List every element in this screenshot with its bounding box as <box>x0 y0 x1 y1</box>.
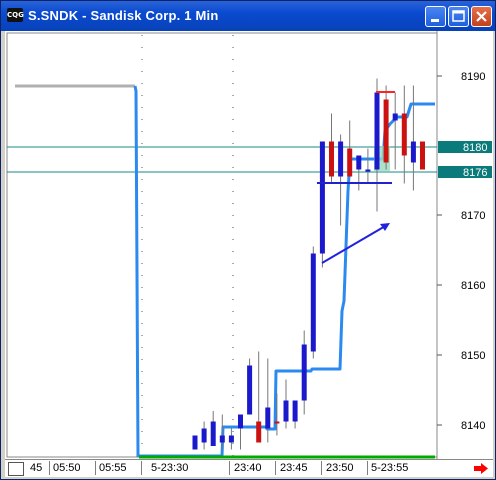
marker-badge-label: 8180 <box>463 142 487 154</box>
scroll-box[interactable] <box>8 462 24 476</box>
time-label: 23:40 <box>234 462 262 474</box>
app-logo-icon[interactable]: CQG <box>7 8 24 22</box>
candle-body[interactable] <box>420 141 425 170</box>
candle-body[interactable] <box>274 421 280 424</box>
candle-body[interactable] <box>365 169 371 172</box>
close-icon <box>476 11 487 22</box>
candle-body[interactable] <box>383 99 389 163</box>
price-axis-label: 8150 <box>461 350 485 362</box>
time-separator <box>275 461 276 475</box>
title-bar[interactable]: CQG S.SNDK - Sandisk Corp. 1 Min <box>1 1 495 31</box>
time-label: 5-23:30 <box>151 462 189 474</box>
time-separator <box>141 461 142 475</box>
candle-body[interactable] <box>347 148 353 177</box>
minimize-icon <box>431 19 439 22</box>
candle-body[interactable] <box>319 141 325 254</box>
candle-body[interactable] <box>201 428 207 443</box>
candle-body[interactable] <box>356 155 362 170</box>
candle-body[interactable] <box>238 414 243 429</box>
candle-body[interactable] <box>283 400 289 422</box>
candle-body[interactable] <box>392 113 398 121</box>
candle-body[interactable] <box>338 141 344 177</box>
candle-body[interactable] <box>247 365 253 415</box>
minimize-button[interactable] <box>425 6 446 27</box>
candle-body[interactable] <box>310 253 316 352</box>
time-label: 05:55 <box>99 462 127 474</box>
candle-body[interactable] <box>401 113 407 156</box>
time-label: 05:50 <box>53 462 81 474</box>
candle-body[interactable] <box>301 344 307 401</box>
close-button[interactable] <box>471 6 492 27</box>
time-label: 23:50 <box>326 462 354 474</box>
maximize-icon <box>452 10 465 22</box>
candle-body[interactable] <box>192 435 198 450</box>
window-title: S.SNDK - Sandisk Corp. 1 Min <box>28 8 219 23</box>
candle-body[interactable] <box>210 421 216 447</box>
marker-badge-label: 8176 <box>463 167 487 179</box>
time-label: 5-23:55 <box>371 462 409 474</box>
candle-body[interactable] <box>228 435 234 443</box>
candle-body[interactable] <box>256 421 262 443</box>
plot-frame <box>6 32 438 458</box>
candle-body[interactable] <box>329 141 334 177</box>
time-axis: 45 05:50 05:55 5-23:30 23:40 23:45 23:50… <box>5 459 493 477</box>
time-separator <box>321 461 322 475</box>
candle-body[interactable] <box>265 407 271 429</box>
price-axis-label: 8140 <box>461 420 485 432</box>
candle-body[interactable] <box>292 400 298 422</box>
price-axis-label: 8170 <box>461 210 485 222</box>
candle-body[interactable] <box>219 435 225 443</box>
price-axis-label: 8190 <box>461 71 485 83</box>
time-separator <box>95 461 96 475</box>
candle-body[interactable] <box>374 92 380 170</box>
price-chart[interactable]: 8190 8170 8160 8150 8140 8180 8176 <box>5 31 493 459</box>
time-separator <box>49 461 50 475</box>
time-label: 23:45 <box>280 462 308 474</box>
scroll-right-arrow-icon[interactable] <box>473 462 489 475</box>
time-separator <box>367 461 368 475</box>
time-separator <box>229 461 230 475</box>
candle-body[interactable] <box>410 141 416 163</box>
price-axis-label: 8160 <box>461 280 485 292</box>
time-label: 45 <box>30 462 43 474</box>
chart-area[interactable]: 8190 8170 8160 8150 8140 8180 8176 45 05:50 05… <box>5 31 493 477</box>
maximize-button[interactable] <box>448 6 469 27</box>
chart-window: CQG S.SNDK - Sandisk Corp. 1 Min 8190 817… <box>0 0 496 480</box>
